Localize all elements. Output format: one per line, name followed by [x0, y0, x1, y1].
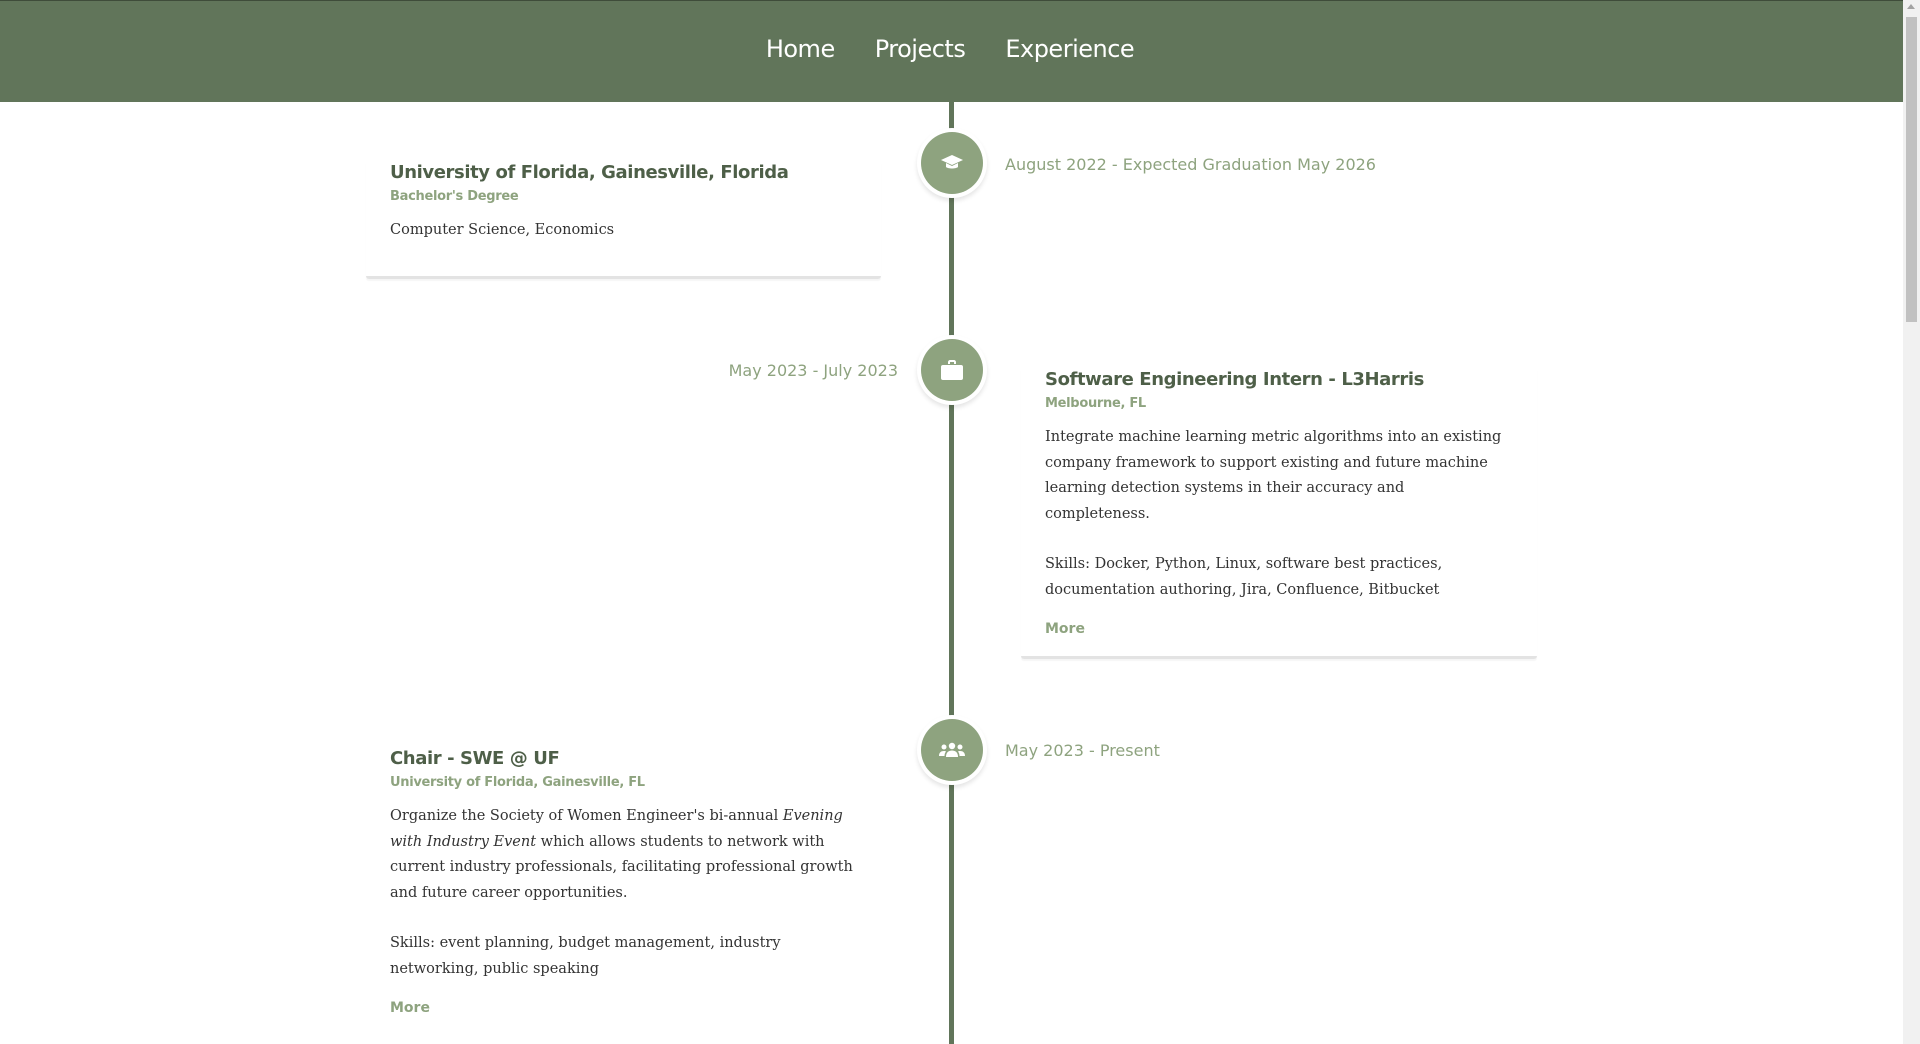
briefcase-icon [941, 360, 963, 380]
page-scrollbar[interactable] [1903, 0, 1920, 1044]
timeline-line [949, 102, 954, 1044]
card-title: Software Engineering Intern - L3Harris [1045, 369, 1424, 390]
card-subtitle: University of Florida, Gainesville, FL [390, 775, 645, 790]
card-skills: Skills: event planning, budget managemen… [390, 935, 781, 977]
nav-home-link[interactable]: Home [766, 35, 835, 63]
nav-links: Home Projects Experience [0, 35, 1903, 63]
people-group-icon [939, 742, 965, 757]
timeline-card-swe: Chair - SWE @ UF University of Florida, … [366, 748, 881, 1044]
description-text: Organize the Society of Women Engineer's… [390, 808, 783, 824]
card-description: Computer Science, Economics [390, 222, 615, 238]
more-link[interactable]: More [390, 1000, 430, 1016]
timeline-date-swe: May 2023 - Present [1005, 741, 1160, 760]
nav-experience-link[interactable]: Experience [1005, 35, 1134, 63]
card-description: Integrate machine learning metric algori… [1045, 429, 1502, 522]
scrollbar-thumb[interactable] [1906, 17, 1917, 322]
top-navbar: Home Projects Experience [0, 0, 1903, 102]
card-subtitle: Bachelor's Degree [390, 189, 519, 204]
timeline-date-internship: May 2023 - July 2023 [728, 361, 898, 380]
card-title: University of Florida, Gainesville, Flor… [390, 162, 789, 183]
timeline-icon-education [921, 132, 983, 194]
card-description: Organize the Society of Women Engineer's… [390, 804, 857, 906]
timeline-card-internship: Software Engineering Intern - L3Harris M… [1021, 369, 1537, 659]
scroll-up-arrow-icon[interactable] [1907, 4, 1915, 9]
card-skills: Skills: Docker, Python, Linux, software … [1045, 556, 1443, 598]
timeline-icon-internship [921, 339, 983, 401]
more-link[interactable]: More [1045, 621, 1085, 637]
timeline-icon-swe [921, 719, 983, 781]
card-title: Chair - SWE @ UF [390, 748, 560, 769]
graduation-cap-icon [941, 155, 963, 169]
card-subtitle: Melbourne, FL [1045, 396, 1146, 411]
nav-projects-link[interactable]: Projects [875, 35, 966, 63]
timeline-date-education: August 2022 - Expected Graduation May 20… [1005, 155, 1376, 174]
timeline-card-education: University of Florida, Gainesville, Flor… [366, 162, 881, 279]
